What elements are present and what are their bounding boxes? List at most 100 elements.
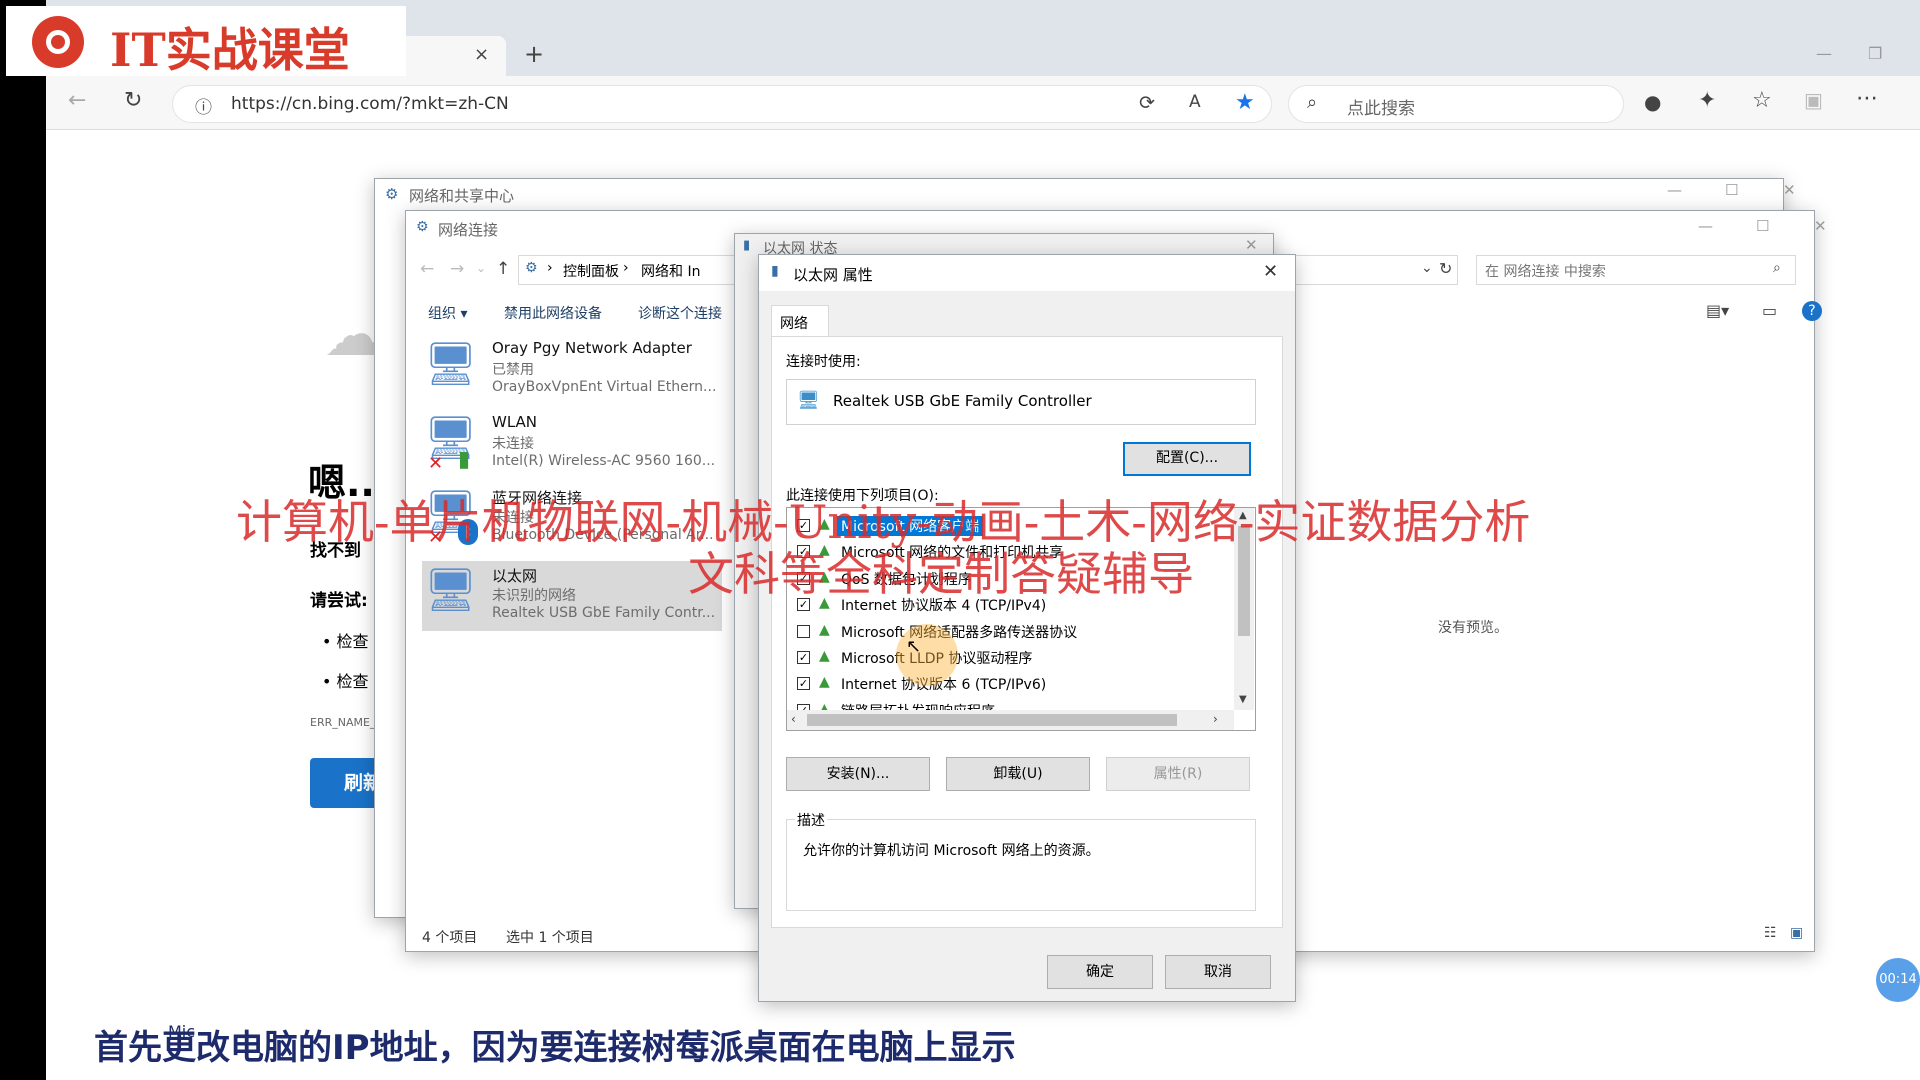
list-item[interactable]: ▲ Microsoft 网络适配器多路传送器协议 [787, 620, 1227, 644]
uninstall-button[interactable]: 卸载(U) [946, 757, 1090, 791]
new-tab-icon[interactable]: + [524, 40, 544, 68]
horizontal-scrollbar[interactable]: ‹ › [787, 710, 1234, 730]
connect-using-label: 连接时使用: [786, 354, 861, 370]
collections-icon[interactable]: ▣ [1804, 88, 1823, 112]
scroll-right-icon[interactable]: › [1213, 712, 1218, 726]
translate-icon[interactable]: ⟳ [1139, 92, 1155, 114]
nav-recent-icon[interactable]: ⌄ [476, 261, 486, 275]
maximize-icon[interactable]: ❐ [1868, 44, 1882, 63]
checkbox-checked[interactable]: ✓ [797, 677, 810, 691]
description-group: 描述 允许你的计算机访问 Microsoft 网络上的资源。 [786, 810, 1256, 911]
help-icon[interactable]: ? [1802, 301, 1822, 321]
sc-close-icon[interactable]: ✕ [1783, 181, 1796, 199]
net-conn-title: 网络连接 [438, 221, 499, 239]
try-label: 请尝试: [310, 591, 368, 611]
protocol-icon: ▲ [819, 674, 830, 691]
bullet-text-2: 检查 [336, 672, 369, 691]
nc-maximize-icon[interactable]: ☐ [1756, 217, 1769, 235]
toolbar-disable-device[interactable]: 禁用此网络设备 [504, 303, 602, 323]
toolbar-diagnose[interactable]: 诊断这个连接 [638, 303, 722, 323]
install-button[interactable]: 安装(N)... [786, 757, 930, 791]
subtitle-text: 首先更改电脑的IP地址，因为要连接树莓派桌面在电脑上显示 [94, 1028, 1016, 1068]
nc-close-icon[interactable]: ✕ [1814, 217, 1827, 235]
sc-maximize-icon[interactable]: ☐ [1725, 181, 1738, 199]
read-aloud-icon[interactable]: A [1189, 92, 1201, 112]
breadcrumb-separator-icon: › [623, 260, 629, 276]
tab-network[interactable]: 网络 [771, 305, 829, 337]
sharing-center-icon: ⚙ [385, 185, 399, 203]
signal-bars-icon: ▮ [458, 447, 471, 472]
adapter-device: Realtek USB GbE Family Contr... [492, 605, 716, 621]
adapter-status: 未识别的网络 [492, 588, 576, 604]
nav-back-icon[interactable]: ← [420, 259, 434, 279]
list-item[interactable]: ✓ ▲ Internet 协议版本 6 (TCP/IPv6) [787, 672, 1227, 696]
dialog-titlebar: ▮ 以太网 属性 ✕ [759, 255, 1295, 291]
refresh-icon[interactable]: ↻ [124, 88, 142, 113]
dialog-close-icon[interactable]: ✕ [1263, 261, 1278, 282]
search-box[interactable]: ⌕ 点此搜索 [1288, 85, 1624, 123]
shield-icon[interactable]: ● [1644, 90, 1661, 114]
view-options-icon[interactable]: ▤▾ [1706, 301, 1729, 320]
net-conn-search[interactable]: 在 网络连接 中搜索 ⌕ [1476, 255, 1796, 285]
breadcrumb-item-network[interactable]: 网络和 In [641, 261, 700, 281]
details-view-icon[interactable]: ☷ [1764, 925, 1777, 941]
dialog-title: 以太网 属性 [793, 266, 873, 284]
address-bar-row: ← ↻ ⓘ https://cn.bing.com/?mkt=zh-CN ⟳ A… [46, 76, 1920, 130]
item-label: Microsoft 网络适配器多路传送器协议 [841, 624, 1078, 641]
sc-minimize-icon[interactable]: — [1667, 181, 1682, 199]
properties-button[interactable]: 属性(R) [1106, 757, 1250, 791]
ethernet-icon: 🖥 [424, 565, 478, 614]
scroll-left-icon[interactable]: ‹ [791, 712, 796, 726]
search-placeholder: 点此搜索 [1347, 99, 1415, 119]
checkbox-checked[interactable]: ✓ [797, 651, 810, 664]
info-icon[interactable]: ⓘ [195, 93, 212, 118]
tab-close-icon[interactable]: × [474, 44, 489, 65]
logo-icon [32, 16, 84, 68]
checkbox-unchecked[interactable] [797, 624, 810, 638]
es-close-icon[interactable]: ✕ [1245, 236, 1258, 254]
extensions-icon[interactable]: ✦ [1698, 88, 1716, 113]
status-count: 4 个项目 [422, 930, 478, 946]
list-item-selected[interactable]: 🖥 以太网 未识别的网络 Realtek USB GbE Family Cont… [422, 561, 722, 631]
adapter-device: Intel(R) Wireless-AC 9560 160... [492, 453, 716, 469]
adapter-name: 以太网 [492, 567, 538, 585]
back-icon[interactable]: ← [68, 88, 86, 113]
ethernet-props-icon: ▮ [771, 263, 779, 279]
scroll-down-icon[interactable]: ▼ [1239, 694, 1247, 705]
cancel-button[interactable]: 取消 [1165, 955, 1271, 989]
breadcrumb-separator-icon: › [547, 260, 553, 276]
nc-minimize-icon[interactable]: — [1698, 217, 1713, 235]
overlay-line-2: 文科等全科定制答疑辅导 [688, 547, 1194, 601]
configure-button[interactable]: 配置(C)... [1123, 442, 1251, 476]
more-icon[interactable]: ⋯ [1856, 86, 1878, 111]
toolbar-organize[interactable]: 组织 ▾ [428, 303, 467, 323]
favorites-icon[interactable]: ☆ [1752, 88, 1772, 113]
nav-up-icon[interactable]: ↑ [496, 259, 510, 279]
nav-forward-icon[interactable]: → [450, 259, 464, 279]
ethernet-properties-dialog: ▮ 以太网 属性 ✕ 网络 连接时使用: 🖥 Realtek USB GbE F… [758, 254, 1296, 1002]
no-preview-text: 没有预览。 [1438, 620, 1508, 636]
ok-button[interactable]: 确定 [1047, 955, 1153, 989]
address-refresh-icon[interactable]: ↻ [1439, 259, 1452, 278]
list-item[interactable]: 🖥 Oray Pgy Network Adapter 已禁用 OrayBoxVp… [422, 335, 722, 405]
tiles-view-icon[interactable]: ▣ [1790, 925, 1803, 941]
preview-pane-icon[interactable]: ▭ [1762, 301, 1777, 320]
sharing-center-title: 网络和共享中心 [409, 187, 515, 205]
minimize-icon[interactable]: — [1816, 44, 1832, 63]
list-item[interactable]: 🖥 ✕ ▮ WLAN 未连接 Intel(R) Wireless-AC 9560… [422, 409, 722, 479]
h-scroll-thumb[interactable] [807, 714, 1177, 726]
address-bar[interactable]: ⓘ https://cn.bing.com/?mkt=zh-CN ⟳ A ★ [172, 85, 1272, 123]
list-item[interactable]: ✓ ▲ Microsoft LLDP 协议驱动程序 [787, 646, 1227, 670]
status-selected: 选中 1 个项目 [506, 930, 594, 946]
favorite-star-icon[interactable]: ★ [1235, 90, 1255, 115]
control-panel-icon: ⚙ [525, 260, 538, 276]
mouse-cursor-icon: ↖ [906, 636, 922, 657]
address-dropdown-icon[interactable]: ⌄ [1421, 260, 1433, 276]
computer-network-icon: 🖥 [424, 339, 478, 388]
breadcrumb-item-control-panel[interactable]: 控制面板 [563, 261, 619, 281]
network-adapter-icon: 🖥 [797, 390, 820, 411]
channel-logo: IT实战课堂 [6, 6, 406, 77]
net-conn-search-icon: ⌕ [1773, 260, 1781, 276]
bullet-item-2: • 检查 [322, 672, 369, 691]
description-label: 描述 [795, 810, 827, 830]
